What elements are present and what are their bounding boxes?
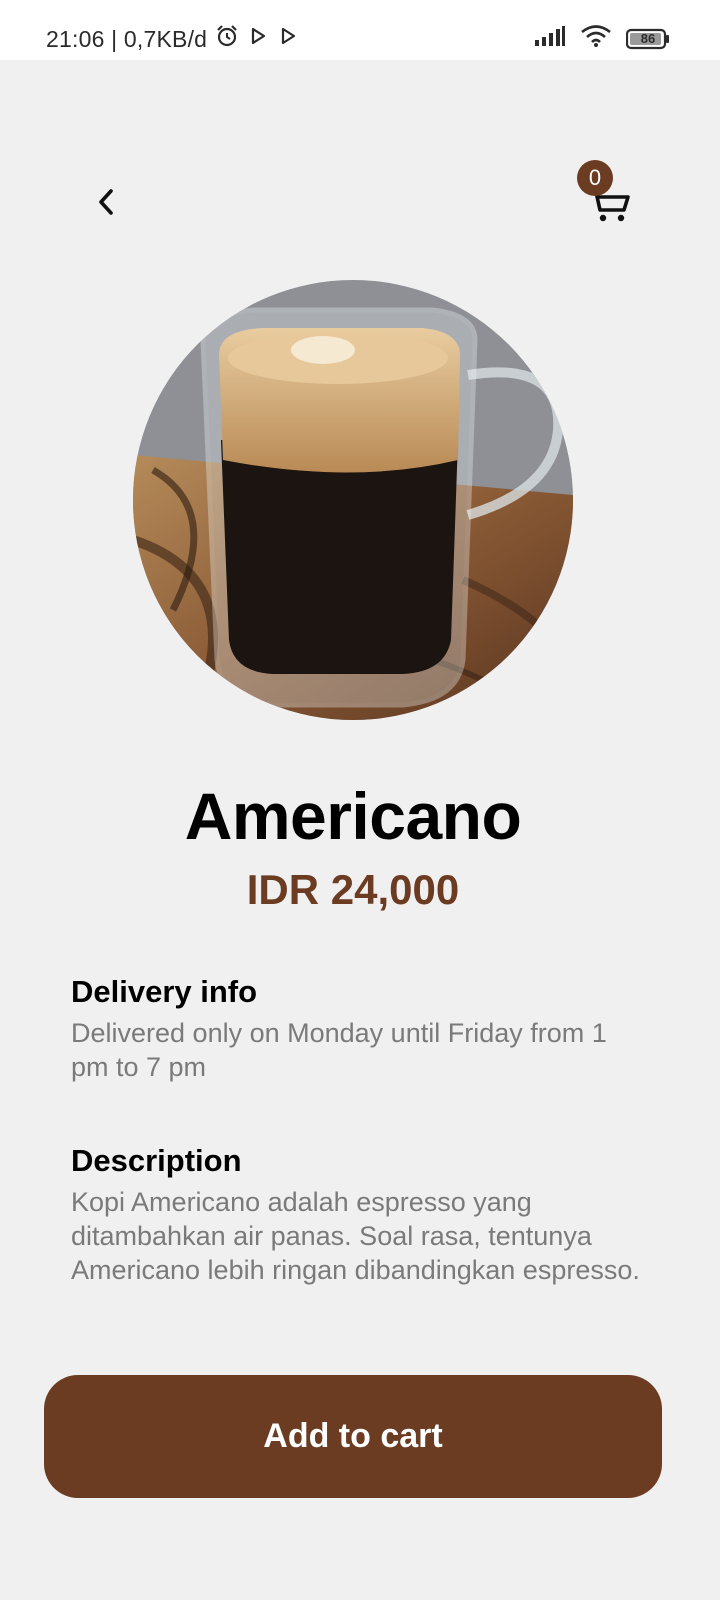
cart-count-badge: 0 [577,160,613,196]
product-name: Americano [184,779,522,853]
battery-level: 86 [640,30,656,46]
back-button[interactable] [88,184,124,220]
status-right: 86 [534,24,670,53]
product-price: IDR 24,000 [246,866,460,913]
play-icon [277,25,299,53]
description-text: Kopi Americano adalah espresso yang dita… [71,1187,640,1285]
cart-button[interactable]: 0 [577,160,640,230]
add-to-cart-label: Add to cart [263,1417,443,1455]
product-detail-screen: 21:06 | 0,7KB/d 86 0 Americano IDR 24,00… [0,0,720,1600]
status-time-speed: 21:06 | 0,7KB/d [46,25,208,52]
play-icon [247,25,269,53]
status-left: 21:06 | 0,7KB/d [46,24,299,54]
add-to-cart-button[interactable]: Add to cart [44,1375,662,1498]
battery-icon: 86 [626,28,670,50]
description-title: Description [71,1143,242,1178]
wifi-icon [580,24,612,53]
alarm-icon [215,24,239,54]
status-bar: 21:06 | 0,7KB/d 86 [0,0,720,60]
chevron-left-icon [99,189,113,215]
delivery-info-text: Delivered only on Monday until Friday fr… [71,1018,607,1082]
product-image [133,280,573,720]
signal-icon [534,25,566,52]
delivery-info-title: Delivery info [71,974,258,1009]
